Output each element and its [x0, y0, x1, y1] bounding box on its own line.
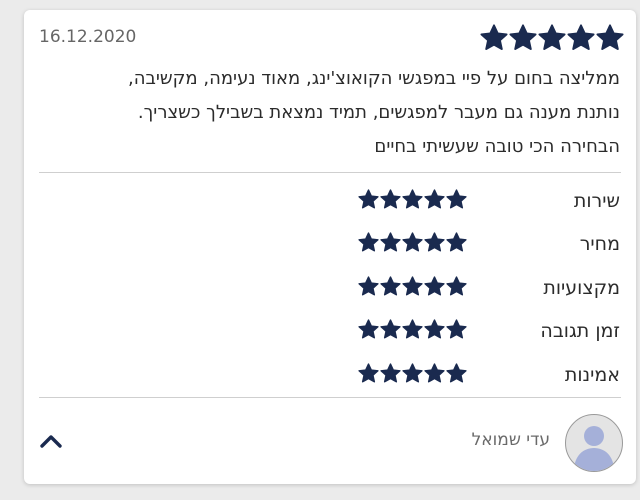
rating-label: מחיר	[579, 233, 620, 255]
star-icon	[446, 319, 467, 339]
star-icon	[424, 319, 445, 339]
star-icon	[402, 319, 423, 339]
star-icon	[424, 363, 445, 383]
star-icon	[596, 24, 624, 51]
star-icon	[380, 319, 401, 339]
chevron-up-icon	[40, 435, 62, 448]
default-user-avatar-icon	[565, 414, 623, 472]
star-icon	[402, 189, 423, 209]
rating-row-service: שירות	[24, 182, 636, 222]
overall-rating-stars	[480, 24, 624, 52]
star-icon	[446, 363, 467, 383]
star-icon	[424, 189, 445, 209]
review-text-line: הבחירה הכי טובה שעשיתי בחיים	[374, 136, 620, 157]
review-header: 16.12.2020	[24, 22, 636, 56]
category-rating-stars	[358, 189, 467, 210]
star-icon	[567, 24, 595, 51]
star-icon	[358, 232, 379, 252]
category-rating-stars	[358, 232, 467, 253]
rating-row-response-time: זמן תגובה	[24, 312, 636, 352]
review-card: 16.12.2020 ממליצה בחום על פיי במפגשי הקו…	[24, 10, 636, 484]
rating-row-reliability: אמינות	[24, 356, 636, 396]
star-icon	[380, 232, 401, 252]
category-rating-stars	[358, 276, 467, 297]
rating-label: מקצועיות	[543, 277, 620, 299]
review-author: עדי שמואל	[24, 408, 636, 474]
star-icon	[358, 363, 379, 383]
divider	[39, 397, 621, 398]
author-name: עדי שמואל	[471, 430, 550, 450]
rating-label: זמן תגובה	[540, 320, 620, 342]
review-text-line: נותנת מענה גם מעבר למפגשים, תמיד נמצאת ב…	[137, 102, 620, 123]
star-icon	[446, 189, 467, 209]
divider	[39, 172, 621, 173]
star-icon	[380, 363, 401, 383]
star-icon	[402, 232, 423, 252]
review-text-line: ממליצה בחום על פיי במפגשי הקואוצ'ינג, מא…	[127, 68, 620, 89]
star-icon	[446, 232, 467, 252]
review-date: 16.12.2020	[39, 27, 137, 47]
review-text: ממליצה בחום על פיי במפגשי הקואוצ'ינג, מא…	[30, 62, 620, 164]
rating-label: שירות	[573, 190, 620, 212]
star-icon	[538, 24, 566, 51]
star-icon	[446, 276, 467, 296]
star-icon	[424, 276, 445, 296]
star-icon	[358, 319, 379, 339]
rating-row-professionalism: מקצועיות	[24, 269, 636, 309]
collapse-button[interactable]	[34, 424, 68, 458]
star-icon	[480, 24, 508, 51]
rating-label: אמינות	[564, 364, 620, 386]
rating-row-price: מחיר	[24, 225, 636, 265]
star-icon	[424, 232, 445, 252]
star-icon	[402, 276, 423, 296]
star-icon	[380, 276, 401, 296]
star-icon	[380, 189, 401, 209]
category-rating-stars	[358, 319, 467, 340]
category-rating-stars	[358, 363, 467, 384]
star-icon	[509, 24, 537, 51]
star-icon	[358, 189, 379, 209]
star-icon	[402, 363, 423, 383]
star-icon	[358, 276, 379, 296]
